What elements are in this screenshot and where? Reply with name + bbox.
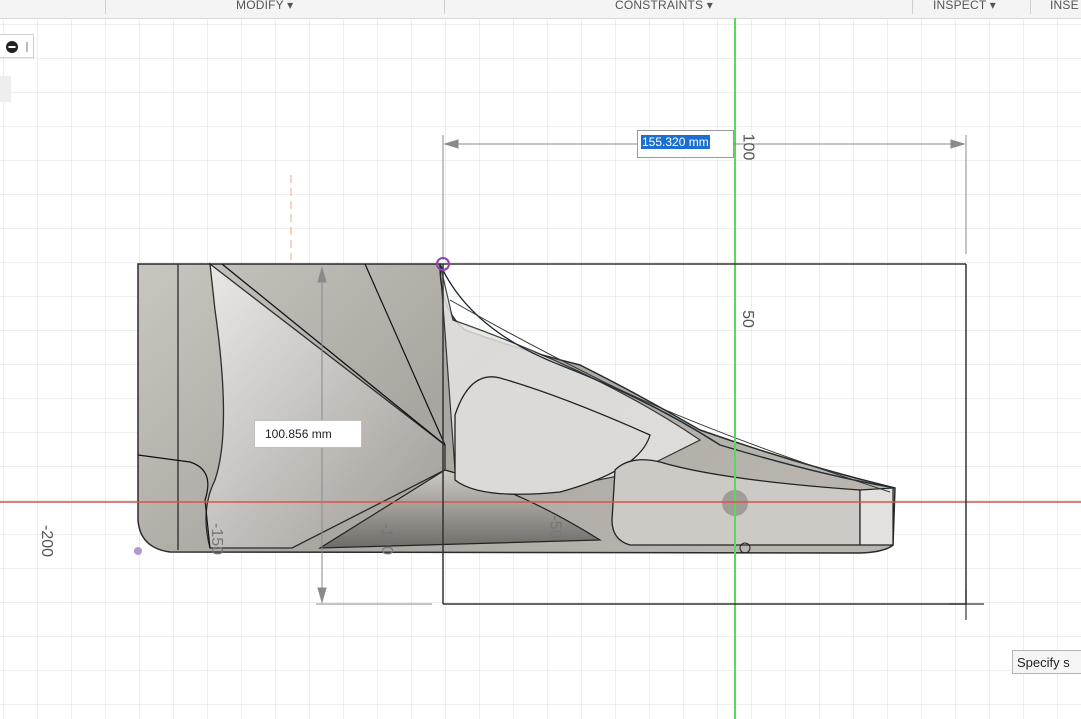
axis-label-neg-100: -100	[378, 522, 396, 556]
height-dimension-label[interactable]: 100.856 mm	[254, 420, 362, 448]
width-dimension-input[interactable]: 155.320 mm	[637, 130, 734, 158]
sketch-point[interactable]	[134, 547, 142, 555]
axis-label-neg-150: -150	[208, 522, 226, 556]
toolbar-separator	[1030, 0, 1031, 14]
toolbar-separator	[105, 0, 106, 14]
toolbar-separator	[912, 0, 913, 14]
inspect-menu[interactable]: INSPECT ▾	[933, 0, 996, 12]
insert-menu[interactable]: INSE	[1050, 0, 1079, 12]
width-dimension-value[interactable]: 155.320 mm	[641, 135, 710, 149]
collapse-icon[interactable]	[0, 35, 34, 59]
axis-label-50: 50	[738, 310, 756, 328]
axis-label-neg-50: -50	[546, 515, 564, 539]
constraints-menu[interactable]: CONSTRAINTS ▾	[615, 0, 713, 12]
axis-label-100: 100	[739, 133, 757, 161]
browser-panel-edge	[0, 76, 11, 102]
sketch-canvas[interactable]	[0, 18, 1081, 719]
browser-panel-toggle[interactable]	[0, 34, 34, 58]
status-tooltip: Specify s	[1012, 650, 1081, 674]
axis-label-neg-200: -200	[38, 524, 56, 558]
toolbar: MODIFY ▾ CONSTRAINTS ▾ INSPECT ▾ INSE	[0, 0, 1081, 19]
modify-menu[interactable]: MODIFY ▾	[236, 0, 293, 12]
toolbar-separator	[444, 0, 445, 14]
